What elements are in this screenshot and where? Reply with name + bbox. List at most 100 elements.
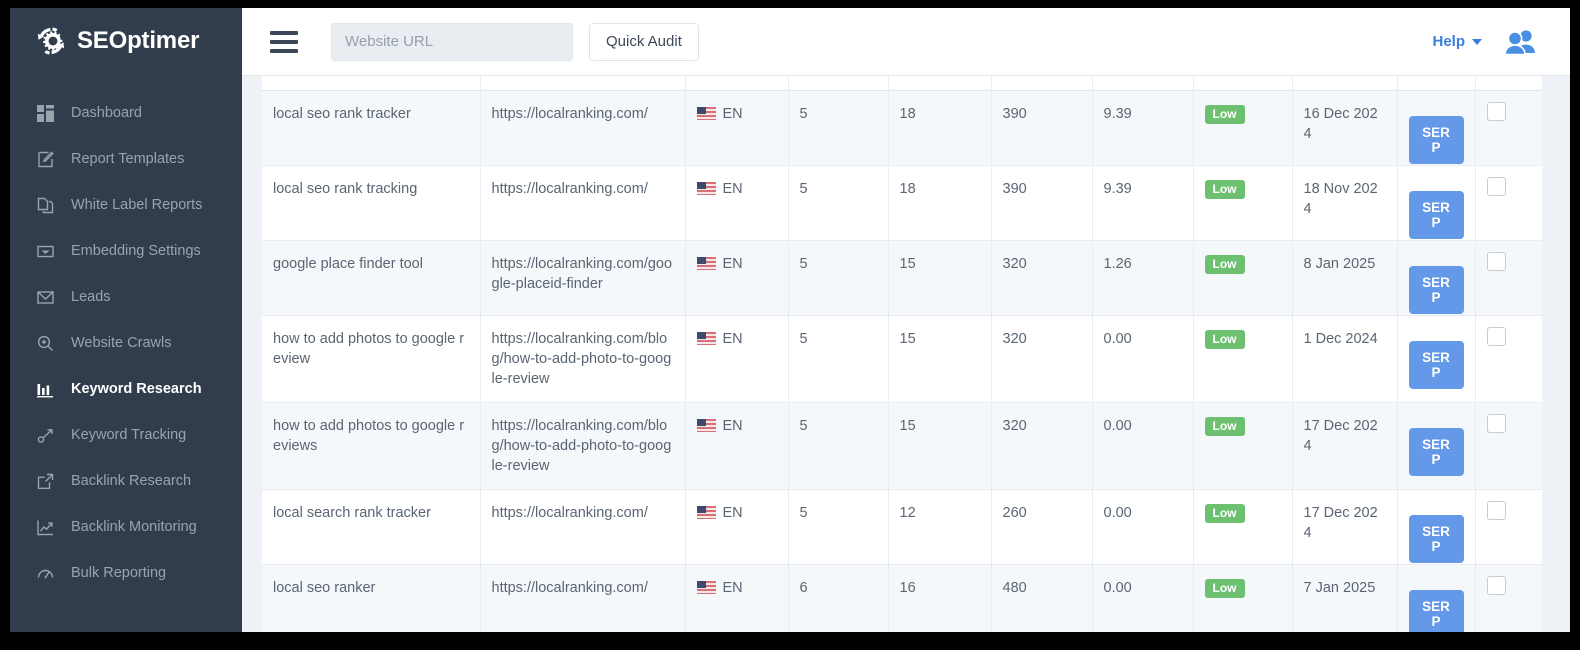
column-header-language[interactable] (685, 76, 788, 90)
bid-status-badge: Low (1205, 417, 1245, 436)
cell-difficulty: 6 (788, 564, 888, 632)
cell-difficulty: 5 (788, 402, 888, 489)
cell-serp: SERP (1397, 240, 1475, 315)
cell-keyword: how to add photos to google review (262, 315, 480, 402)
table-row: local seo rank trackerhttps://localranki… (262, 90, 1542, 165)
column-header-keyword[interactable] (262, 76, 480, 90)
us-flag-icon (697, 332, 716, 345)
sidebar-item-label: Keyword Tracking (71, 427, 186, 443)
us-flag-icon (697, 107, 716, 120)
hamburger-icon[interactable] (270, 31, 298, 53)
caret-down-icon (1472, 39, 1482, 45)
sidebar-item-dashboard[interactable]: Dashboard (10, 90, 242, 136)
cell-select (1475, 165, 1542, 240)
cell-competition: 18 (888, 165, 991, 240)
cell-bid: Low (1193, 564, 1292, 632)
sidebar-item-label: Dashboard (71, 105, 142, 121)
cell-keyword: google place finder tool (262, 240, 480, 315)
cell-bid: Low (1193, 489, 1292, 564)
column-header-cpc[interactable] (1092, 76, 1193, 90)
column-header-serp[interactable] (1397, 76, 1475, 90)
row-select-checkbox[interactable] (1487, 576, 1506, 595)
cell-language: EN (685, 315, 788, 402)
brand-logo-block[interactable]: SEOptimer (10, 8, 242, 74)
column-header-difficulty[interactable] (788, 76, 888, 90)
sidebar-item-report-templates[interactable]: Report Templates (10, 136, 242, 182)
language-label: EN (723, 580, 743, 596)
cell-date: 8 Jan 2025 (1292, 240, 1397, 315)
cell-language: EN (685, 489, 788, 564)
cell-difficulty: 5 (788, 165, 888, 240)
table-row: google place finder toolhttps://localran… (262, 240, 1542, 315)
cell-volume: 480 (991, 564, 1092, 632)
dashboard-icon (36, 104, 55, 123)
external-link-icon (36, 472, 55, 491)
bid-status-badge: Low (1205, 504, 1245, 523)
cell-url: https://localranking.com/google-placeid-… (480, 240, 685, 315)
bid-status-badge: Low (1205, 105, 1245, 124)
language-label: EN (723, 181, 743, 197)
app-viewport: SEOptimer Dashboard Report Templates (10, 8, 1570, 640)
website-url-input[interactable] (331, 23, 573, 61)
sidebar-item-leads[interactable]: Leads (10, 274, 242, 320)
cell-language: EN (685, 90, 788, 165)
help-label: Help (1432, 33, 1465, 50)
serp-button[interactable]: SERP (1409, 428, 1464, 476)
cell-date: 17 Dec 2024 (1292, 489, 1397, 564)
cell-competition: 15 (888, 402, 991, 489)
sidebar-item-white-label-reports[interactable]: White Label Reports (10, 182, 242, 228)
sidebar-item-keyword-research[interactable]: Keyword Research (10, 366, 242, 412)
sidebar-item-embedding-settings[interactable]: Embedding Settings (10, 228, 242, 274)
cell-difficulty: 5 (788, 90, 888, 165)
row-select-checkbox[interactable] (1487, 414, 1506, 433)
table-body: local seo rank trackerhttps://localranki… (262, 90, 1542, 632)
row-select-checkbox[interactable] (1487, 177, 1506, 196)
serp-button[interactable]: SERP (1409, 515, 1464, 563)
serp-button[interactable]: SERP (1409, 116, 1464, 164)
cell-bid: Low (1193, 90, 1292, 165)
cell-serp: SERP (1397, 564, 1475, 632)
sidebar: SEOptimer Dashboard Report Templates (10, 8, 242, 632)
serp-button[interactable]: SERP (1409, 191, 1464, 239)
cell-cpc: 0.00 (1092, 489, 1193, 564)
column-header-bid[interactable] (1193, 76, 1292, 90)
sidebar-item-backlink-research[interactable]: Backlink Research (10, 458, 242, 504)
sidebar-item-bulk-reporting[interactable]: Bulk Reporting (10, 550, 242, 596)
column-header-url[interactable] (480, 76, 685, 90)
row-select-checkbox[interactable] (1487, 252, 1506, 271)
us-flag-icon (697, 257, 716, 270)
column-header-competition[interactable] (888, 76, 991, 90)
copy-documents-icon (36, 196, 55, 215)
row-select-checkbox[interactable] (1487, 327, 1506, 346)
hamburger-bar (270, 49, 298, 53)
horizontal-scrollbar[interactable] (10, 632, 1570, 640)
edit-document-icon (36, 150, 55, 169)
sidebar-item-backlink-monitoring[interactable]: Backlink Monitoring (10, 504, 242, 550)
row-select-checkbox[interactable] (1487, 501, 1506, 520)
serp-button[interactable]: SERP (1409, 341, 1464, 389)
serp-button[interactable]: SERP (1409, 590, 1464, 633)
help-dropdown[interactable]: Help (1432, 33, 1482, 50)
column-header-volume[interactable] (991, 76, 1092, 90)
browser-frame: SEOptimer Dashboard Report Templates (0, 0, 1580, 650)
hamburger-bar (270, 31, 298, 35)
gauge-icon (36, 564, 55, 583)
keyword-results-table: local seo rank trackerhttps://localranki… (262, 76, 1542, 632)
sidebar-item-keyword-tracking[interactable]: Keyword Tracking (10, 412, 242, 458)
column-header-date[interactable] (1292, 76, 1397, 90)
serp-button[interactable]: SERP (1409, 266, 1464, 314)
sidebar-item-website-crawls[interactable]: Website Crawls (10, 320, 242, 366)
us-flag-icon (697, 419, 716, 432)
row-select-checkbox[interactable] (1487, 102, 1506, 121)
cell-serp: SERP (1397, 90, 1475, 165)
bar-chart-icon (36, 380, 55, 399)
quick-audit-button[interactable]: Quick Audit (589, 23, 699, 61)
cell-select (1475, 240, 1542, 315)
cell-language: EN (685, 402, 788, 489)
cell-language: EN (685, 564, 788, 632)
content-gutter (1542, 76, 1570, 632)
column-header-select[interactable] (1475, 76, 1542, 90)
language-label: EN (723, 331, 743, 347)
cell-keyword: local seo rank tracking (262, 165, 480, 240)
users-avatar-icon[interactable] (1504, 29, 1536, 55)
